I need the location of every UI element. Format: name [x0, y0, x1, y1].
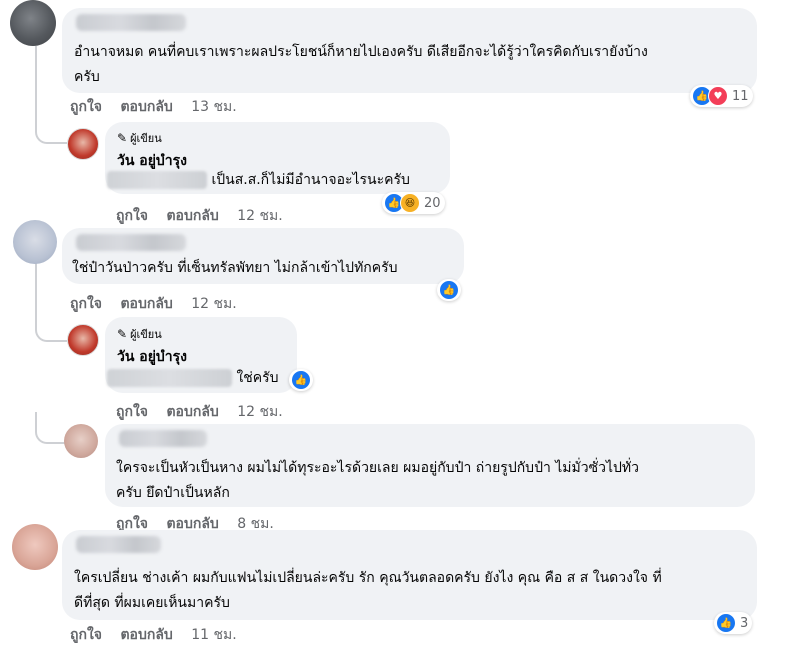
- haha-icon: 😆: [400, 193, 420, 213]
- reply-actions: ถูกใจ ตอบกลับ 12 ชม.: [116, 205, 297, 227]
- thread-line: [35, 262, 37, 320]
- author-badge: ✎ ผู้เขียน: [117, 131, 162, 145]
- like-icon: 👍: [716, 613, 736, 633]
- avatar[interactable]: [10, 0, 56, 46]
- commenter-name[interactable]: [76, 234, 186, 251]
- reaction-summary[interactable]: 👍: [437, 279, 461, 301]
- commenter-name[interactable]: [76, 14, 186, 31]
- like-button[interactable]: ถูกใจ: [116, 208, 148, 224]
- like-button[interactable]: ถูกใจ: [70, 99, 102, 115]
- avatar[interactable]: [13, 220, 57, 264]
- pencil-icon: ✎: [117, 131, 128, 145]
- author-avatar[interactable]: [67, 324, 99, 356]
- reply-text: ใครจะเป็นหัวเป็นหาง ผมไม่ได้ทุระอะไรด้วย…: [116, 460, 640, 501]
- comment-text: อำนาจหมด คนที่คบเราเพราะผลประโยชน์ก็หายไ…: [74, 44, 648, 85]
- like-icon: 👍: [439, 280, 459, 300]
- reaction-count: 3: [740, 615, 749, 631]
- timestamp[interactable]: 12 ชม.: [237, 208, 282, 224]
- thread-line: [35, 46, 37, 106]
- reply-text: เป็นส.ส.ก็ไม่มีอำนาจอะไรนะครับ: [107, 168, 410, 193]
- like-icon: 👍: [291, 370, 311, 390]
- pencil-icon: ✎: [117, 327, 128, 341]
- reply-button[interactable]: ตอบกลับ: [120, 296, 172, 312]
- love-icon: ♥: [708, 86, 728, 106]
- tagged-user[interactable]: [107, 171, 207, 189]
- timestamp[interactable]: 12 ชม.: [191, 296, 236, 312]
- author-avatar[interactable]: [67, 128, 99, 160]
- reaction-summary[interactable]: 👍 ♥ 11: [690, 85, 753, 107]
- reaction-summary[interactable]: 👍 😆 20: [382, 192, 445, 214]
- reply-button[interactable]: ตอบกลับ: [166, 404, 218, 420]
- comment-actions: ถูกใจ ตอบกลับ 12 ชม.: [70, 293, 251, 315]
- author-name[interactable]: วัน อยู่บำรุง: [117, 346, 187, 368]
- avatar[interactable]: [64, 424, 98, 458]
- commenter-name[interactable]: [119, 430, 207, 447]
- like-button[interactable]: ถูกใจ: [116, 404, 148, 420]
- reply-button[interactable]: ตอบกลับ: [166, 208, 218, 224]
- like-button[interactable]: ถูกใจ: [70, 296, 102, 312]
- reply-text: ใช่ครับ: [107, 366, 279, 391]
- thread-connector: [35, 106, 67, 144]
- thread-connector: [35, 412, 67, 444]
- comment-text: ใช่ป๋าวันป่าวครับ ที่เซ็นทรัลพัทยา ไม่กล…: [72, 260, 398, 276]
- reaction-count: 11: [732, 88, 749, 104]
- comment-actions: ถูกใจ ตอบกลับ 13 ชม.: [70, 96, 251, 118]
- thread-connector: [35, 320, 67, 342]
- reply-actions: ถูกใจ ตอบกลับ 12 ชม.: [116, 401, 297, 423]
- comment-text: ใครเปลี่ยน ช่างเค้า ผมกับแฟนไม่เปลี่ยนล่…: [74, 570, 662, 611]
- commenter-name[interactable]: [76, 536, 161, 553]
- reaction-summary[interactable]: 👍 3: [714, 612, 753, 634]
- avatar[interactable]: [12, 524, 58, 570]
- tagged-user[interactable]: [107, 369, 232, 387]
- timestamp[interactable]: 13 ชม.: [191, 99, 236, 115]
- reaction-summary[interactable]: 👍: [289, 369, 313, 391]
- author-badge: ✎ ผู้เขียน: [117, 327, 162, 341]
- reaction-count: 20: [424, 195, 441, 211]
- timestamp[interactable]: 12 ชม.: [237, 404, 282, 420]
- comment-actions: ถูกใจ ตอบกลับ 11 ชม.: [70, 624, 251, 646]
- reply-button[interactable]: ตอบกลับ: [120, 99, 172, 115]
